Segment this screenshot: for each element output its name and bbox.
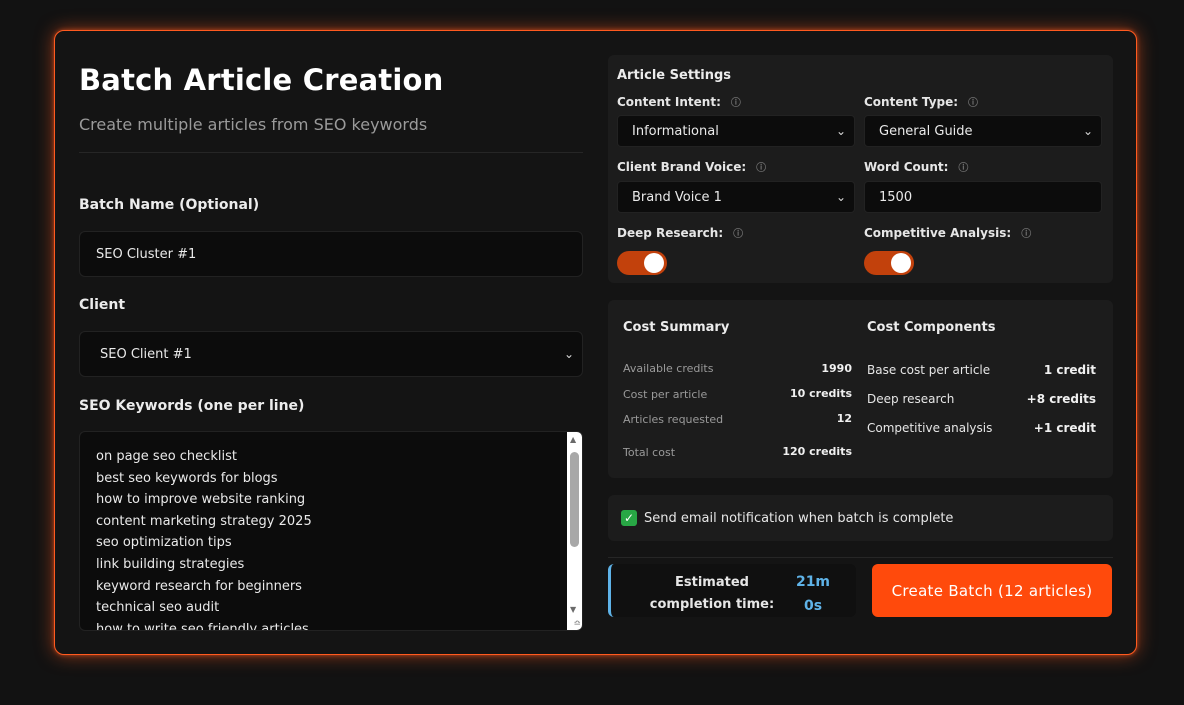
article-settings-title: Article Settings (617, 68, 732, 83)
page-title: Batch Article Creation (79, 63, 444, 97)
brand-voice-value: Brand Voice 1 (632, 189, 722, 205)
keywords-textarea[interactable]: on page seo checklist best seo keywords … (79, 431, 583, 631)
keyword-line: seo optimization tips (96, 535, 232, 551)
estimated-completion-label: Estimated completion time: (649, 575, 775, 612)
available-credits-label: Available credits (623, 362, 714, 375)
estimated-minutes: 21m (795, 574, 831, 590)
competitive-analysis-label: Competitive Analysis: ⓘ (864, 225, 1031, 241)
content-type-label-text: Content Type: (864, 94, 959, 109)
chevron-down-icon: ⌄ (1082, 124, 1093, 138)
brand-voice-select[interactable]: Brand Voice 1 ⌄ (617, 181, 855, 213)
footer-divider (608, 557, 1113, 558)
content-intent-select[interactable]: Informational ⌄ (617, 115, 855, 147)
keyword-line: keyword research for beginners (96, 578, 302, 594)
word-count-label: Word Count: ⓘ (864, 159, 968, 175)
toggle-knob (644, 253, 664, 273)
keyword-line: on page seo checklist (96, 449, 237, 464)
header-divider (79, 152, 583, 153)
article-settings-card: Article Settings Content Intent: ⓘ Infor… (608, 55, 1113, 283)
check-icon: ✓ (623, 511, 635, 525)
cost-summary-title: Cost Summary (623, 320, 730, 335)
info-circle-icon[interactable]: ⓘ (1021, 225, 1031, 240)
left-column: Batch Article Creation Create multiple a… (79, 31, 583, 654)
keyword-line: content marketing strategy 2025 (96, 513, 312, 529)
scroll-thumb[interactable] (570, 452, 579, 547)
email-notification-checkbox[interactable]: ✓ (621, 510, 637, 526)
total-cost-label: Total cost (623, 446, 676, 459)
info-circle-icon[interactable]: ⓘ (756, 159, 766, 174)
scroll-down-icon[interactable]: ▼ (570, 605, 576, 614)
total-cost-value: 120 credits (782, 445, 852, 458)
deep-research-toggle[interactable] (617, 251, 667, 275)
content-intent-value: Informational (632, 123, 719, 139)
toggle-knob (891, 253, 911, 273)
info-circle-icon[interactable]: ⓘ (958, 159, 968, 174)
estimated-seconds: 0s (803, 598, 823, 614)
articles-requested-label: Articles requested (623, 413, 724, 426)
keyword-line: how to write seo friendly articles (96, 621, 309, 631)
base-cost-label: Base cost per article (867, 363, 991, 377)
textarea-scrollbar[interactable]: ▲ ▼ (567, 432, 582, 630)
brand-voice-label-text: Client Brand Voice: (617, 159, 747, 174)
keywords-label: SEO Keywords (one per line) (79, 398, 305, 414)
content-intent-label: Content Intent: ⓘ (617, 94, 741, 110)
keywords-list: on page seo checklist best seo keywords … (96, 446, 312, 631)
competitive-analysis-toggle[interactable] (864, 251, 914, 275)
email-notification-label[interactable]: Send email notification when batch is co… (644, 511, 953, 526)
competitive-analysis-label-text: Competitive Analysis: (864, 225, 1012, 240)
keyword-line: best seo keywords for blogs (96, 470, 278, 486)
available-credits-value: 1990 (821, 362, 852, 375)
brand-voice-label: Client Brand Voice: ⓘ (617, 159, 766, 175)
create-batch-button[interactable]: Create Batch (12 articles) (872, 564, 1112, 617)
client-select-value: SEO Client #1 (100, 346, 192, 362)
chevron-down-icon: ⌄ (835, 190, 846, 204)
batch-name-label: Batch Name (Optional) (79, 197, 260, 213)
resize-grip-icon[interactable]: ≏ (573, 619, 581, 629)
keyword-line: technical seo audit (96, 600, 220, 616)
cost-card: Cost Summary Cost Components Available c… (608, 300, 1113, 478)
competitive-analysis-cost-label: Competitive analysis (867, 421, 993, 435)
info-circle-icon[interactable]: ⓘ (733, 225, 743, 240)
word-count-input[interactable]: 1500 (864, 181, 1102, 213)
scroll-up-icon[interactable]: ▲ (570, 435, 576, 444)
deep-research-label-text: Deep Research: (617, 225, 724, 240)
email-notification-row: ✓ Send email notification when batch is … (608, 495, 1113, 541)
base-cost-value: 1 credit (1043, 363, 1096, 377)
client-label: Client (79, 297, 126, 313)
estimated-completion-box: Estimated completion time: 21m 0s (608, 564, 856, 617)
deep-research-cost-value: +8 credits (1026, 392, 1096, 406)
word-count-value: 1500 (879, 189, 913, 205)
page-subtitle: Create multiple articles from SEO keywor… (79, 115, 428, 134)
chevron-down-icon: ⌄ (563, 347, 574, 361)
cost-components-title: Cost Components (867, 320, 996, 335)
batch-creation-panel: Batch Article Creation Create multiple a… (54, 30, 1137, 655)
cost-per-article-value: 10 credits (790, 387, 852, 400)
chevron-down-icon: ⌄ (835, 124, 846, 138)
keyword-line: link building strategies (96, 556, 245, 572)
batch-name-input[interactable]: SEO Cluster #1 (79, 231, 583, 277)
keyword-line: how to improve website ranking (96, 492, 306, 508)
word-count-label-text: Word Count: (864, 159, 949, 174)
client-select[interactable]: SEO Client #1 ⌄ (79, 331, 583, 377)
content-type-select[interactable]: General Guide ⌄ (864, 115, 1102, 147)
content-type-label: Content Type: ⓘ (864, 94, 978, 110)
articles-requested-value: 12 (836, 412, 852, 425)
info-circle-icon[interactable]: ⓘ (731, 94, 741, 109)
deep-research-cost-label: Deep research (867, 392, 955, 406)
info-circle-icon[interactable]: ⓘ (968, 94, 978, 109)
content-type-value: General Guide (879, 123, 973, 139)
competitive-analysis-cost-value: +1 credit (1033, 421, 1096, 435)
cost-per-article-label: Cost per article (623, 388, 708, 401)
content-intent-label-text: Content Intent: (617, 94, 721, 109)
deep-research-label: Deep Research: ⓘ (617, 225, 743, 241)
estimated-completion-value: 21m 0s (791, 570, 835, 618)
